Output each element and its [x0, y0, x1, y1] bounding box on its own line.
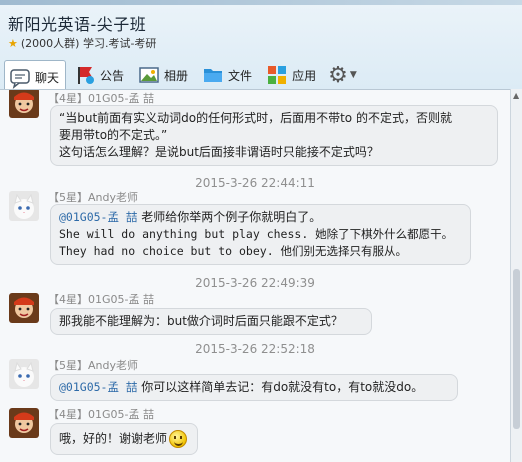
message-line: 要用带to的不定式。” [59, 128, 168, 142]
tab-files[interactable]: 文件 [198, 59, 258, 91]
avatar[interactable] [9, 408, 39, 438]
timestamp: 2015-3-26 22:52:18 [195, 342, 315, 356]
timestamp: 2015-3-26 22:44:11 [195, 176, 315, 190]
folder-icon [204, 69, 223, 82]
message-bubble: @01G05-孟 喆 老师给你举两个例子你就明白了。 She will do a… [50, 204, 471, 265]
message-line: She will do anything but play chess. 她除了… [59, 227, 454, 241]
timestamp: 2015-3-26 22:49:39 [195, 276, 315, 290]
tab-apps[interactable]: 应用 [262, 59, 322, 91]
chat-area: 【4星】01G05-孟 喆 “当but前面有实义动词do的任何形式时，后面用不带… [0, 89, 510, 462]
message-line: 那我能不能理解为：but做介词时后面只能跟不定式？ [59, 314, 343, 328]
tab-notice-label: 公告 [100, 68, 125, 83]
toolbar: 聊天 公告 相册 文件 应用 ⚙ ▼ [0, 57, 522, 94]
group-info: (2000人群) 学习.考试-考研 [20, 37, 157, 50]
avatar[interactable] [9, 293, 39, 323]
chevron-down-icon[interactable]: ▼ [350, 70, 357, 80]
chat-bubble-icon [10, 68, 30, 89]
sender-name: 【4星】01G05-孟 喆 [48, 293, 154, 306]
smiley-emoji-icon [169, 430, 188, 448]
avatar[interactable] [9, 90, 39, 118]
group-subtitle: ★ (2000人群) 学习.考试-考研 [8, 35, 156, 51]
flag-icon [78, 67, 95, 84]
star-icon: ★ [8, 36, 18, 50]
message-bubble: 哦，好的！谢谢老师 [50, 423, 198, 455]
message-text: 你可以这样简单去记：有do就没有to，有to就没do。 [137, 380, 424, 394]
group-title: 新阳光英语-尖子班 [8, 15, 147, 34]
message-text: 老师给你举两个例子你就明白了。 [137, 210, 322, 224]
message-line: @01G05-孟 喆 你可以这样简单去记：有do就没有to，有to就没do。 [59, 379, 449, 396]
tab-chat-label: 聊天 [35, 71, 60, 85]
message-bubble: “当but前面有实义动词do的任何形式时，后面用不带to 的不定式，否则就 要用… [50, 105, 498, 166]
chat-scrollbar[interactable]: ▲ [510, 89, 522, 462]
scrollbar-thumb[interactable] [513, 269, 520, 429]
photo-icon [139, 67, 159, 83]
message-line: “当but前面有实义动词do的任何形式时，后面用不带to 的不定式，否则就 [59, 111, 452, 125]
header: 新阳光英语-尖子班 ★ (2000人群) 学习.考试-考研 聊天 公告 相册 文… [0, 5, 522, 94]
scroll-up-arrow-icon[interactable]: ▲ [513, 91, 519, 100]
tab-notice[interactable]: 公告 [70, 59, 130, 91]
sender-name: 【5星】Andy老师 [48, 191, 138, 204]
tab-apps-label: 应用 [292, 68, 317, 83]
mention-link[interactable]: @01G05-孟 喆 [59, 210, 137, 224]
apps-grid-icon [268, 66, 287, 84]
settings-gear-icon[interactable]: ⚙ [328, 63, 348, 88]
sender-name: 【4星】01G05-孟 喆 [48, 408, 154, 421]
message-line: @01G05-孟 喆 老师给你举两个例子你就明白了。 [59, 209, 462, 226]
tab-album[interactable]: 相册 [134, 59, 194, 91]
message-bubble: 那我能不能理解为：but做介词时后面只能跟不定式？ [50, 308, 372, 335]
message-text: 哦，好的！谢谢老师 [59, 431, 168, 446]
message-line: 这句话怎么理解？是说but后面接非谓语时只能接不定式吗？ [59, 145, 379, 159]
sender-name: 【5星】Andy老师 [48, 359, 138, 372]
message-bubble: @01G05-孟 喆 你可以这样简单去记：有do就没有to，有to就没do。 [50, 374, 458, 401]
message-line: They had no choice but to obey. 他们别无选择只有… [59, 244, 408, 258]
sender-name: 【4星】01G05-孟 喆 [48, 92, 154, 105]
avatar[interactable] [9, 191, 39, 221]
tab-album-label: 相册 [164, 68, 189, 83]
tab-files-label: 文件 [228, 68, 253, 83]
mention-link[interactable]: @01G05-孟 喆 [59, 380, 137, 394]
avatar[interactable] [9, 359, 39, 389]
